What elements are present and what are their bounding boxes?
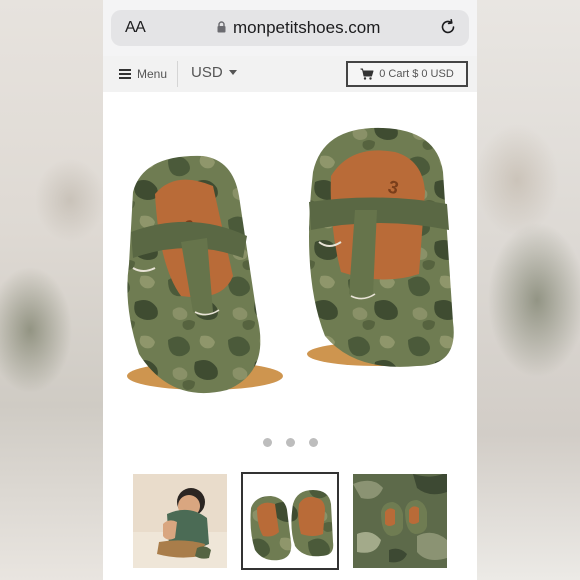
cart-button[interactable]: 0 Cart $ 0 USD: [346, 61, 468, 87]
lock-icon: [217, 21, 226, 33]
product-image-main[interactable]: 3 3: [103, 92, 477, 438]
thumbnail-strip: [133, 472, 447, 570]
phone-screen: AA monpetitshoes.com Menu USD 0 Cart $ 0…: [103, 0, 477, 580]
url-field[interactable]: AA monpetitshoes.com: [111, 10, 469, 46]
currency-selector[interactable]: USD: [191, 64, 237, 81]
background-blur-left: [0, 0, 103, 580]
thumbnail-baby-wearing-shoes[interactable]: [133, 474, 227, 568]
thumbnail-shoes-on-camo-fabric[interactable]: [353, 474, 447, 568]
url-text: monpetitshoes.com: [233, 18, 381, 37]
header-divider: [177, 61, 178, 87]
menu-button[interactable]: Menu: [119, 64, 167, 84]
thumbnail-shoes-pair-selected[interactable]: [241, 472, 339, 570]
site-header: Menu USD 0 Cart $ 0 USD: [103, 56, 477, 93]
cart-label: 0 Cart $ 0 USD: [379, 68, 454, 80]
carousel-dot-3[interactable]: [308, 438, 318, 447]
carousel-dot-1[interactable]: [262, 438, 272, 447]
background-blur-right: [477, 0, 580, 580]
text-size-button[interactable]: AA: [125, 19, 146, 37]
cart-icon: [360, 68, 374, 80]
menu-label: Menu: [137, 67, 168, 81]
carousel-dot-2[interactable]: [285, 438, 295, 447]
caret-down-icon: [228, 70, 237, 75]
carousel-dots: [103, 438, 477, 447]
camo-shoes-image: 3 3: [127, 127, 454, 394]
browser-address-bar: AA monpetitshoes.com: [103, 0, 477, 56]
reload-icon[interactable]: [439, 18, 457, 36]
hamburger-icon: [119, 69, 131, 79]
right-shoe: 3: [307, 127, 454, 367]
left-shoe: 3: [127, 155, 283, 394]
currency-label: USD: [191, 64, 223, 81]
